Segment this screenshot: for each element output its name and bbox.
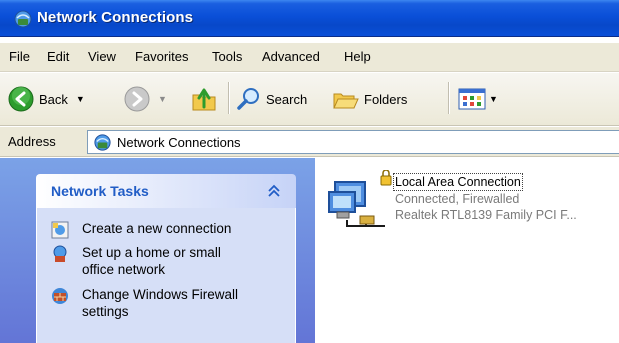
menu-edit[interactable]: Edit	[47, 49, 69, 64]
back-button[interactable]: Back ▼	[8, 85, 85, 113]
search-icon	[237, 88, 259, 110]
task-label: Change Windows Firewall	[82, 287, 239, 302]
network-tasks-list: Create a new connection Set up a home or…	[36, 208, 296, 343]
search-label: Search	[266, 91, 308, 107]
task-label: office network	[82, 262, 166, 277]
address-value: Network Connections	[117, 135, 241, 150]
menu-help[interactable]: Help	[344, 49, 371, 64]
network-tasks-header[interactable]: Network Tasks	[36, 174, 296, 208]
connection-device: Realtek RTL8139 Family PCI F...	[395, 208, 577, 222]
task-label: Set up a home or small	[82, 245, 221, 260]
firewall-icon	[52, 288, 68, 304]
folders-button[interactable]: Folders	[332, 85, 407, 113]
connection-name: Local Area Connection	[393, 173, 523, 191]
toolbar: Back ▼ ▼ Search Folders ▼	[0, 73, 619, 126]
forward-dropdown-icon[interactable]: ▼	[158, 94, 167, 104]
views-icon	[458, 88, 486, 110]
forward-button[interactable]: ▼	[124, 85, 167, 113]
address-bar: Address Network Connections	[0, 127, 619, 157]
address-input[interactable]: Network Connections	[87, 130, 619, 154]
forward-arrow-icon	[124, 86, 150, 112]
task-pane: Network Tasks Create a new connection Se…	[0, 158, 315, 343]
connections-list: Local Area Connection Connected, Firewal…	[315, 158, 619, 343]
network-tasks-title: Network Tasks	[51, 183, 149, 199]
menu-tools[interactable]: Tools	[212, 49, 242, 64]
search-button[interactable]: Search	[236, 85, 307, 113]
task-label: Create a new connection	[82, 221, 232, 236]
menu-advanced[interactable]: Advanced	[262, 49, 320, 64]
back-arrow-icon	[8, 86, 34, 112]
back-label: Back	[39, 91, 68, 107]
folders-icon	[333, 93, 359, 109]
views-dropdown-icon[interactable]: ▼	[489, 94, 498, 104]
toolbar-separator	[448, 82, 449, 114]
folders-label: Folders	[364, 91, 408, 107]
back-dropdown-icon[interactable]: ▼	[76, 94, 85, 104]
network-connections-icon	[14, 10, 32, 28]
menu-favorites[interactable]: Favorites	[135, 49, 188, 64]
up-folder-icon	[192, 88, 216, 111]
network-connections-icon	[94, 134, 111, 151]
menu-view[interactable]: View	[88, 49, 116, 64]
toolbar-separator	[228, 82, 229, 114]
up-folder-button[interactable]	[190, 85, 218, 113]
address-label: Address	[8, 134, 56, 149]
task-label: settings	[82, 304, 129, 319]
views-button[interactable]: ▼	[458, 85, 498, 113]
connection-status: Connected, Firewalled	[395, 192, 520, 206]
menu-bar: File Edit View Favorites Tools Advanced …	[0, 43, 619, 72]
menu-file[interactable]: File	[9, 49, 30, 64]
new-connection-icon	[51, 221, 69, 239]
title-bar[interactable]: Network Connections	[0, 0, 619, 37]
window-title: Network Connections	[37, 9, 194, 26]
collapse-chevron-icon[interactable]	[264, 181, 284, 201]
home-network-icon	[53, 245, 67, 262]
lan-connection-icon	[328, 170, 392, 227]
